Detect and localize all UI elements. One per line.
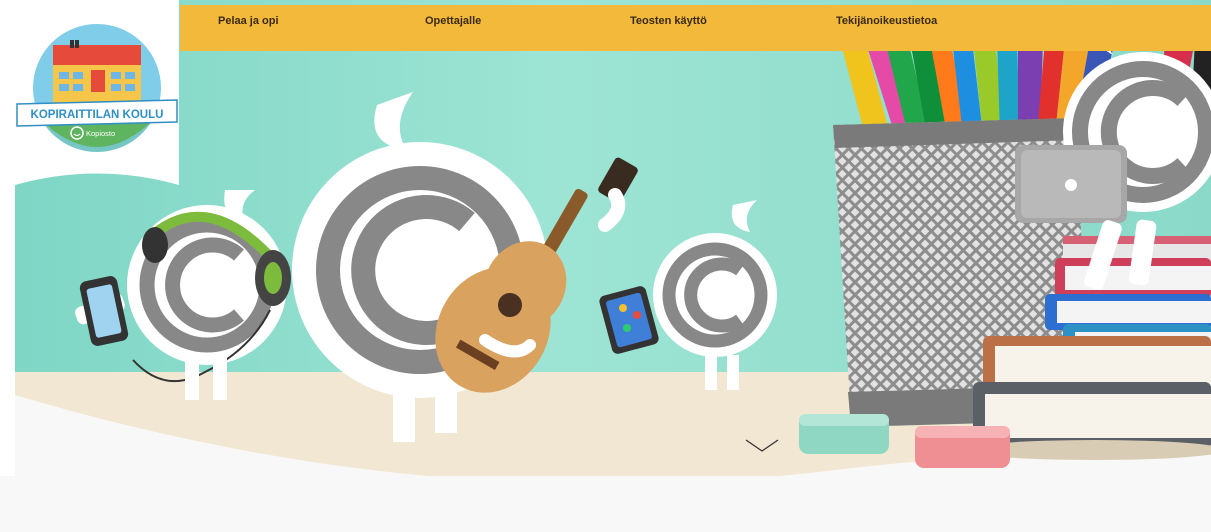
page-content-band [0, 476, 1211, 532]
main-navigation: Pelaa ja opi Opettajalle Teosten käyttö … [180, 5, 1211, 51]
nav-item-tekijanoikeustietoa[interactable]: Tekijänoikeustietoa [836, 15, 937, 27]
hero-illustration [15, 0, 1211, 532]
site-logo[interactable]: KOPIRAITTILAN KOULU Kopiosto [15, 0, 179, 190]
chevron-down-icon[interactable] [744, 437, 780, 455]
nav-item-pelaa-ja-opi[interactable]: Pelaa ja opi [218, 15, 279, 27]
page: Pelaa ja opi Opettajalle Teosten käyttö … [0, 0, 1211, 532]
logo-brand: Kopiosto [86, 129, 115, 138]
nav-item-opettajalle[interactable]: Opettajalle [425, 15, 481, 27]
nav-item-teosten-kaytto[interactable]: Teosten käyttö [630, 15, 707, 27]
logo-title: KOPIRAITTILAN KOULU [31, 109, 164, 121]
